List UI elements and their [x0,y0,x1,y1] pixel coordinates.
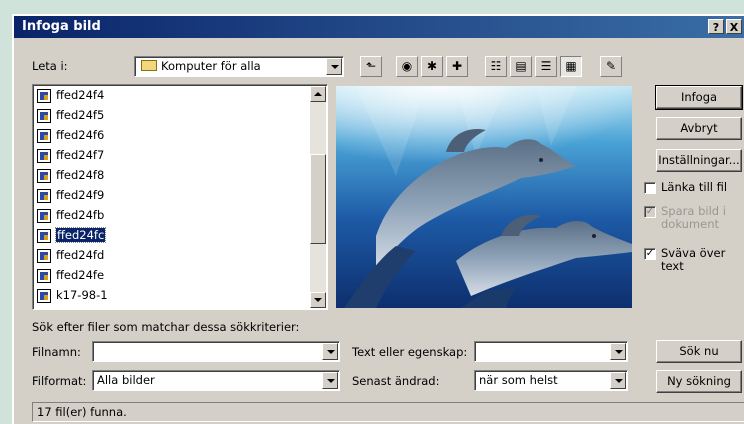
filename-input[interactable] [92,341,340,362]
insert-button[interactable]: Infoga [655,85,743,110]
new-folder-icon[interactable]: ✚ [446,56,468,77]
filetype-select[interactable]: Alla bilder [92,370,340,391]
file-list[interactable]: ffed24f4 ffed24f5 ffed24f6 ffed24f7 ffed… [32,84,328,310]
properties-view-icon[interactable]: ☰ [535,56,557,77]
insert-picture-dialog: Infoga bild ? X Leta i: Komputer för all… [12,14,744,424]
save-with-document-checkbox: ✓ [644,206,656,218]
cancel-button[interactable]: Avbryt [656,117,742,140]
float-over-text-checkbox[interactable]: ✓ [644,248,656,260]
folder-icon [141,60,157,71]
image-file-icon [37,168,51,183]
scroll-down-icon[interactable] [310,292,326,308]
look-in-label: Leta i: [32,59,68,73]
list-item-selected[interactable]: ffed24fc [37,225,107,245]
status-bar: 17 fil(er) funna. [32,402,744,422]
chevron-down-icon[interactable] [322,372,338,389]
chevron-down-icon[interactable] [610,343,626,360]
scroll-up-icon[interactable] [310,86,326,102]
list-item[interactable]: ffed24f9 [37,185,104,205]
link-to-file-checkbox[interactable] [644,182,656,194]
save-with-document-label: Spara bild i dokument [661,204,726,231]
image-file-icon [37,248,51,263]
new-search-button[interactable]: Ny sökning [656,370,742,393]
list-item[interactable]: ffed24f4 [37,85,104,105]
preview-view-icon[interactable]: ▦ [560,56,582,77]
up-folder-icon[interactable]: ⬑ [360,56,382,77]
help-button[interactable]: ? [708,19,724,34]
look-in-combo[interactable]: Komputer för alla [134,56,344,77]
image-file-icon [37,108,51,123]
window-title: Infoga bild [22,19,101,34]
image-file-icon [37,88,51,103]
picture-preview [336,86,632,308]
settings-button[interactable]: Inställningar... [656,149,742,172]
filetype-label: Filformat: [32,374,87,388]
chevron-down-icon[interactable] [610,372,626,389]
close-button[interactable]: X [726,19,742,34]
link-to-file-label: Länka till fil [661,180,728,194]
list-item[interactable]: ffed24f6 [37,125,104,145]
list-item[interactable]: ffed24f5 [37,105,104,125]
dolphins-image [336,86,632,308]
tools-icon[interactable]: ✎ [600,56,622,77]
image-file-icon [37,268,51,283]
details-view-icon[interactable]: ▤ [510,56,532,77]
image-file-icon [37,228,51,243]
list-item[interactable]: k17-98-1 [37,285,108,305]
search-web-icon[interactable]: ◉ [396,56,418,77]
image-file-icon [37,188,51,203]
list-view-icon[interactable]: ☷ [485,56,507,77]
scroll-thumb[interactable] [310,154,326,244]
title-bar: Infoga bild ? X [14,16,744,38]
list-item[interactable]: ffed24f7 [37,145,104,165]
list-item[interactable]: ffed24fd [37,245,104,265]
filename-label: Filnamn: [32,345,81,359]
list-item[interactable]: ffed24fb [37,205,104,225]
search-heading: Sök efter filer som matchar dessa sökkri… [32,320,300,334]
chevron-down-icon[interactable] [322,343,338,360]
last-modified-label: Senast ändrad: [352,374,440,388]
float-over-text-label: Sväva över text [661,246,726,273]
search-now-button[interactable]: Sök nu [656,340,742,363]
image-file-icon [37,128,51,143]
list-item[interactable]: ffed24f8 [37,165,104,185]
chevron-down-icon[interactable] [326,58,342,75]
vertical-scrollbar[interactable] [310,86,326,308]
image-file-icon [37,288,51,303]
text-property-label: Text eller egenskap: [352,345,468,359]
last-modified-select[interactable]: när som helst [474,370,628,391]
add-favorites-icon[interactable]: ✱ [421,56,443,77]
look-in-value: Komputer för alla [161,59,261,73]
image-file-icon [37,148,51,163]
image-file-icon [37,208,51,223]
text-property-input[interactable] [474,341,628,362]
list-item[interactable]: ffed24fe [37,265,104,285]
